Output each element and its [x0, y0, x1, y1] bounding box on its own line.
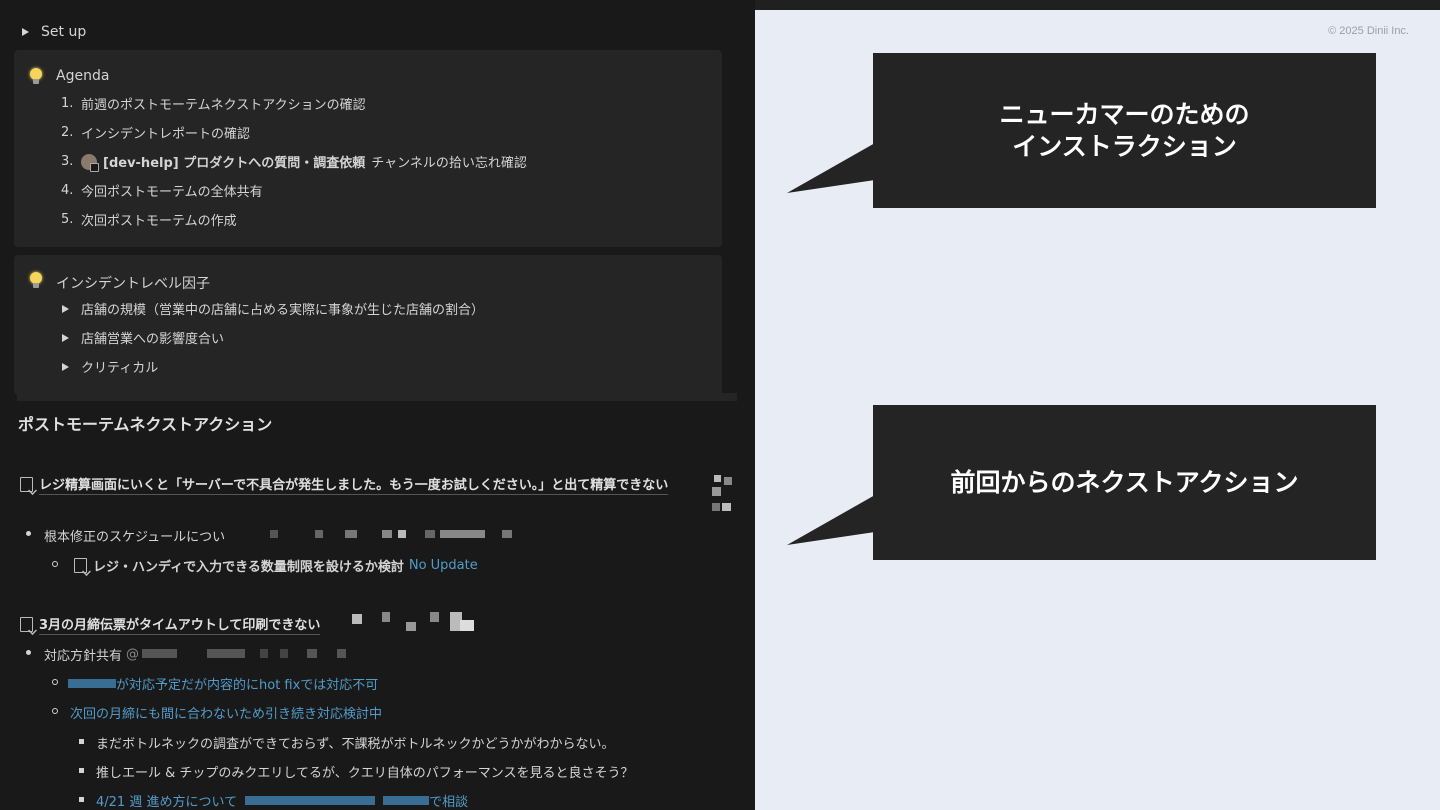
lightbulb-icon	[29, 272, 43, 290]
toggle-arrow-icon[interactable]	[62, 304, 69, 313]
redacted-mosaic	[142, 649, 352, 659]
agenda-callout: Agenda 1. 前週のポストモーテムネクストアクションの確認 2. インシデ…	[14, 50, 722, 247]
issue2-sub2-item-1: まだボトルネックの調査ができておらず、不課税がボトルネックかどうかがわからない。	[96, 737, 615, 752]
incident-factors-title: インシデントレベル因子	[56, 276, 210, 292]
factor-toggle-2[interactable]: 店舗営業への影響度合い	[62, 328, 224, 347]
setup-toggle[interactable]: Set up	[22, 24, 86, 40]
incident-factors-callout: インシデントレベル因子 店舗の規模（営業中の店舗に占める実際に事象が生じた店舗の…	[14, 255, 722, 395]
callout-tail	[787, 143, 875, 193]
issue2-sub2[interactable]: 次回の月締にも間に合わないため引き続き対応検討中	[70, 703, 382, 722]
factor-toggle-1[interactable]: 店舗の規模（営業中の店舗に占める実際に事象が生じた店舗の割合）	[62, 299, 484, 318]
redacted-name	[68, 679, 116, 688]
bullet-circle	[52, 679, 58, 685]
page-link-icon	[74, 558, 87, 573]
dev-help-channel-link[interactable]: [dev-help] プロダクトへの質問・調査依頼	[103, 152, 365, 171]
mention-at: @	[126, 647, 140, 662]
agenda-item-2: 2. インシデントレポートの確認	[61, 125, 251, 142]
issue2-sub2-item-3[interactable]: 4/21 週 進め方について で相談	[96, 791, 468, 810]
bullet-square	[79, 797, 84, 802]
issue2-page-link[interactable]: 3月の月締伝票がタイムアウトして印刷できない	[20, 614, 321, 635]
channel-link-icon	[81, 153, 99, 172]
bullet-disc	[26, 531, 31, 536]
callout-next-action: 前回からのネクストアクション	[873, 405, 1376, 560]
callout-tail	[787, 495, 875, 545]
callout-newcomer-text: ニューカマーのための インストラクション	[999, 99, 1250, 161]
redacted-mosaic	[240, 530, 540, 540]
callout-shadow	[17, 393, 737, 401]
toggle-arrow-icon[interactable]	[62, 362, 69, 371]
bullet-square	[79, 739, 84, 744]
redacted-mosaic	[712, 475, 734, 513]
issue2-sub1[interactable]: が対応予定だが内容的にhot fixでは対応不可	[68, 674, 378, 693]
toggle-arrow-icon[interactable]	[22, 28, 29, 36]
bullet-disc	[26, 650, 31, 655]
top-bar	[755, 0, 1440, 10]
setup-toggle-label: Set up	[41, 24, 87, 40]
agenda-title: Agenda	[56, 68, 110, 84]
agenda-item-5: 5. 次回ポストモーテムの作成	[61, 212, 237, 229]
bullet-circle	[52, 708, 58, 714]
agenda-item-1: 1. 前週のポストモーテムネクストアクションの確認	[61, 96, 366, 113]
notion-page-panel: Set up Agenda 1. 前週のポストモーテムネクストアクションの確認 …	[0, 0, 755, 810]
issue1-bullet-text: 根本修正のスケジュールについ	[44, 530, 226, 545]
redacted-name	[245, 796, 376, 805]
issue1-page-link[interactable]: レジ精算画面にいくと「サーバーで不具合が発生しました。もう一度お試しください。」…	[20, 474, 669, 495]
agenda-item-3: 3. [dev-help] プロダクトへの質問・調査依頼 チャンネルの拾い忘れ確…	[61, 152, 527, 172]
lightbulb-icon	[29, 68, 43, 86]
copyright: © 2025 Dinii Inc.	[1328, 25, 1409, 37]
issue1-sub-item: レジ・ハンディで入力できる数量制限を設けるか検討 No Update	[74, 556, 478, 575]
agenda-item-4: 4. 今回ポストモーテムの全体共有	[61, 183, 263, 200]
bullet-circle	[52, 561, 58, 567]
factor-toggle-3[interactable]: クリティカル	[62, 357, 158, 376]
redacted-name	[383, 796, 430, 805]
callout-next-action-text: 前回からのネクストアクション	[950, 467, 1299, 497]
next-action-heading: ポストモーテムネクストアクション	[18, 415, 273, 434]
toggle-arrow-icon[interactable]	[62, 333, 69, 342]
no-update-status: No Update	[408, 558, 478, 573]
issue2-bullet-text: 対応方針共有 @	[44, 647, 140, 664]
quantity-limit-link[interactable]: レジ・ハンディで入力できる数量制限を設けるか検討	[93, 556, 404, 575]
issue2-sub2-item-2: 推しエール & チップのみクエリしてるが、クエリ自体のパフォーマンスを見ると良さ…	[96, 766, 634, 781]
redacted-mosaic	[352, 612, 477, 634]
callout-newcomer-instructions: ニューカマーのための インストラクション	[873, 53, 1376, 208]
bullet-square	[79, 768, 84, 773]
page-link-icon	[20, 617, 33, 632]
page-link-icon	[20, 477, 33, 492]
